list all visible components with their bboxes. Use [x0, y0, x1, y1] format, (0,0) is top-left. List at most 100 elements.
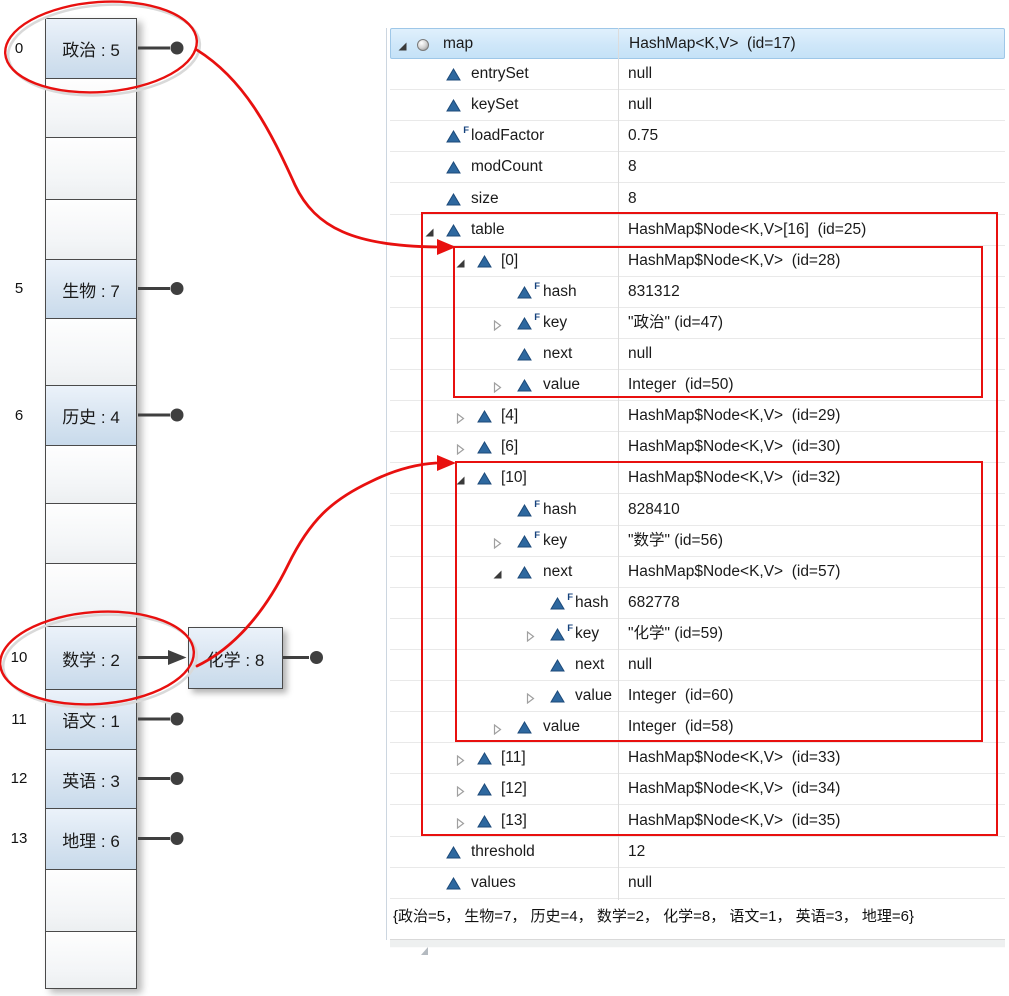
tree-row[interactable]: next HashMap$Node<K,V> (id=57) — [390, 557, 1005, 588]
expander-spacer — [424, 131, 435, 142]
variable-name: table — [471, 215, 505, 245]
collapsed-arrow-icon[interactable] — [525, 629, 536, 640]
collapsed-arrow-icon[interactable] — [525, 691, 536, 702]
bucket-cell-empty — [45, 445, 137, 504]
tree-row[interactable]: threshold 12 — [390, 837, 1005, 868]
tree-row[interactable]: value Integer (id=60) — [390, 681, 1005, 712]
tree-row[interactable]: [10] HashMap$Node<K,V> (id=32) — [390, 463, 1005, 494]
variable-name: [11] — [501, 743, 526, 773]
tree-row[interactable]: F hash 828410 — [390, 495, 1005, 526]
variable-name: hash — [543, 495, 577, 525]
expanded-arrow-icon[interactable] — [397, 39, 408, 50]
tree-row[interactable]: size 8 — [390, 184, 1005, 215]
tree-row[interactable]: F key "政治" (id=47) — [390, 308, 1005, 339]
tree-row[interactable]: keySet null — [390, 90, 1005, 121]
chain-arrowhead — [168, 650, 187, 665]
field-icon — [477, 783, 494, 797]
final-marker: F — [534, 312, 540, 323]
variable-value: 8 — [628, 152, 637, 182]
variable-value: null — [628, 650, 652, 680]
tree-row[interactable]: [6] HashMap$Node<K,V> (id=30) — [390, 432, 1005, 463]
bucket-index: 10 — [0, 626, 38, 689]
tree-row[interactable]: [4] HashMap$Node<K,V> (id=29) — [390, 401, 1005, 432]
bucket-label: 地理 : 6 — [62, 827, 120, 852]
collapsed-arrow-icon[interactable] — [455, 411, 466, 422]
collapsed-arrow-icon[interactable] — [455, 784, 466, 795]
expander-spacer — [525, 660, 536, 671]
scrollbar-corner-icon — [421, 947, 428, 955]
variable-name: threshold — [471, 837, 535, 867]
variable-name: key — [543, 308, 567, 338]
tree-row[interactable]: F loadFactor 0.75 — [390, 121, 1005, 152]
expander-spacer — [424, 847, 435, 858]
bucket-cell-filled: 英语 : 3 — [45, 749, 137, 809]
variable-name: key — [543, 526, 567, 556]
tree-row[interactable]: table HashMap$Node<K,V>[16] (id=25) — [390, 215, 1005, 246]
tree-row[interactable]: next null — [390, 339, 1005, 370]
variable-value: HashMap$Node<K,V> (id=28) — [628, 246, 840, 276]
variable-name: [0] — [501, 246, 518, 276]
tree-row[interactable]: values null — [390, 868, 1005, 899]
pointer-dot — [171, 832, 184, 845]
variable-value: 831312 — [628, 277, 680, 307]
tree-row[interactable]: [0] HashMap$Node<K,V> (id=28) — [390, 246, 1005, 277]
tree-row[interactable]: next null — [390, 650, 1005, 681]
expanded-arrow-icon[interactable] — [424, 225, 435, 236]
bucket-cell-empty — [45, 78, 137, 138]
collapsed-arrow-icon[interactable] — [455, 753, 466, 764]
field-icon: F — [446, 130, 463, 144]
expanded-arrow-icon[interactable] — [455, 473, 466, 484]
variable-value: HashMap$Node<K,V> (id=57) — [628, 557, 840, 587]
variables-tree: map HashMap<K,V> (id=17) entrySet null k… — [390, 28, 1005, 900]
tree-row[interactable]: [11] HashMap$Node<K,V> (id=33) — [390, 743, 1005, 774]
variable-name: value — [543, 370, 580, 400]
column-divider[interactable] — [618, 28, 619, 900]
bucket-index: 6 — [0, 385, 38, 445]
tree-row[interactable]: value Integer (id=50) — [390, 370, 1005, 401]
collapsed-arrow-icon[interactable] — [492, 380, 503, 391]
field-icon — [446, 161, 463, 175]
variable-value: null — [628, 339, 652, 369]
tree-row[interactable]: modCount 8 — [390, 152, 1005, 183]
final-marker: F — [534, 530, 540, 541]
tree-row[interactable]: value Integer (id=58) — [390, 712, 1005, 743]
tree-row[interactable]: [12] HashMap$Node<K,V> (id=34) — [390, 774, 1005, 805]
collapsed-arrow-icon[interactable] — [455, 816, 466, 827]
field-icon — [550, 659, 567, 673]
bucket-label: 政治 : 5 — [62, 36, 120, 61]
field-icon — [517, 566, 534, 580]
final-marker: F — [567, 592, 573, 603]
expanded-arrow-icon[interactable] — [492, 567, 503, 578]
bucket-cell-empty — [45, 137, 137, 200]
collapsed-arrow-icon[interactable] — [455, 442, 466, 453]
field-icon — [517, 379, 534, 393]
tree-row[interactable]: F key "化学" (id=59) — [390, 619, 1005, 650]
tree-row[interactable]: map HashMap<K,V> (id=17) — [390, 28, 1005, 59]
expander-spacer — [424, 69, 435, 80]
collapsed-arrow-icon[interactable] — [492, 722, 503, 733]
tree-row[interactable]: entrySet null — [390, 59, 1005, 90]
variable-value: "数学" (id=56) — [628, 526, 723, 556]
field-icon — [477, 472, 494, 486]
field-icon: F — [550, 597, 567, 611]
collapsed-arrow-icon[interactable] — [492, 318, 503, 329]
expanded-arrow-icon[interactable] — [455, 256, 466, 267]
tree-row[interactable]: F hash 682778 — [390, 588, 1005, 619]
bucket-cell-filled: 历史 : 4 — [45, 385, 137, 446]
tree-row[interactable]: F hash 831312 — [390, 277, 1005, 308]
variable-value: "政治" (id=47) — [628, 308, 723, 338]
map-tostring-text: {政治=5， 生物=7， 历史=4， 数学=2， 化学=8， 语文=1， 英语=… — [393, 908, 914, 925]
bucket-label: 英语 : 3 — [62, 767, 120, 792]
bucket-array: 政治 : 5生物 : 7历史 : 4数学 : 2语文 : 1英语 : 3地理 :… — [45, 18, 137, 989]
variable-name: key — [575, 619, 599, 649]
tree-row[interactable]: F key "数学" (id=56) — [390, 526, 1005, 557]
field-icon — [446, 846, 463, 860]
collapsed-arrow-icon[interactable] — [492, 536, 503, 547]
field-icon — [517, 348, 534, 362]
bucket-cell-empty — [45, 869, 137, 932]
tree-row[interactable]: [13] HashMap$Node<K,V> (id=35) — [390, 806, 1005, 837]
variable-value: HashMap$Node<K,V> (id=30) — [628, 432, 840, 462]
field-icon — [446, 224, 463, 238]
bucket-label: 历史 : 4 — [62, 403, 120, 428]
bucket-label: 生物 : 7 — [62, 277, 120, 302]
